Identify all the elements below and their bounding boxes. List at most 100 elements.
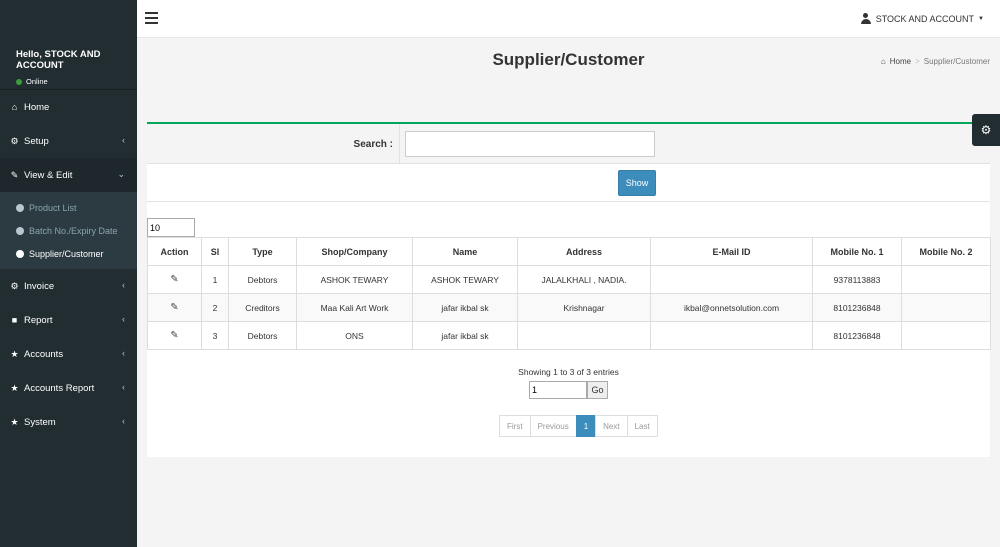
column-header[interactable]: Name	[412, 237, 518, 266]
column-header[interactable]: Address	[517, 237, 651, 266]
view-edit-submenu: Product List Batch No./Expiry Date Suppl…	[0, 192, 137, 269]
sidebar-item-view-edit[interactable]: ✎ View & Edit ⌄	[0, 158, 137, 192]
sidebar: Hello, STOCK AND ACCOUNT Online ⌂ Home ⚙…	[0, 0, 137, 547]
sidebar-item-accounts-report[interactable]: ★ Accounts Report ‹	[0, 371, 137, 405]
sidebar-item-label: Home	[24, 101, 50, 113]
pagination-next[interactable]: Next	[595, 415, 628, 437]
page-length-input[interactable]	[147, 218, 195, 237]
table-cell: jafar ikbal sk	[412, 321, 518, 350]
table-cell	[650, 321, 813, 350]
chevron-left-icon: ‹	[122, 135, 125, 145]
action-cell: ✎	[147, 321, 202, 350]
table-cell	[901, 265, 991, 294]
content-area: Supplier/Customer ⌂ Home > Supplier/Cust…	[137, 38, 1000, 547]
table-row: ✎ 2 Creditors Maa Kali Art Work jafar ik…	[147, 293, 991, 322]
sidebar-item-setup[interactable]: ⚙ Setup ‹	[0, 124, 137, 158]
table-cell: Krishnagar	[517, 293, 651, 322]
breadcrumb: ⌂ Home > Supplier/Customer	[881, 57, 990, 66]
settings-gear-icon[interactable]: ⚙	[972, 114, 1000, 146]
sidebar-item-report[interactable]: ■ Report ‹	[0, 303, 137, 337]
pagination-last[interactable]: Last	[626, 415, 658, 437]
column-header[interactable]: Action	[147, 237, 202, 266]
submenu-item-label: Product List	[29, 202, 77, 213]
breadcrumb-current: Supplier/Customer	[923, 57, 990, 66]
table-info-text: Showing 1 to 3 of 3 entries	[518, 367, 619, 377]
cog-icon: ⚙	[10, 280, 19, 291]
table-cell	[901, 293, 991, 322]
table-cell: Debtors	[228, 265, 297, 294]
sidebar-item-label: System	[24, 416, 56, 428]
goto-page-input[interactable]	[529, 381, 587, 399]
edit-icon[interactable]: ✎	[170, 274, 178, 285]
submenu-item-supplier-customer[interactable]: Supplier/Customer	[0, 242, 137, 265]
column-header[interactable]: Sl	[201, 237, 229, 266]
table-cell	[901, 321, 991, 350]
circle-icon	[16, 249, 24, 258]
column-header[interactable]: Mobile No. 1	[812, 237, 902, 266]
circle-icon	[16, 203, 24, 212]
sidebar-item-label: View & Edit	[24, 169, 73, 181]
account-dropdown[interactable]: STOCK AND ACCOUNT ▼	[860, 13, 984, 24]
edit-icon[interactable]: ✎	[170, 330, 178, 341]
table-cell: ONS	[296, 321, 413, 350]
sidebar-item-home[interactable]: ⌂ Home	[0, 90, 137, 124]
sidebar-item-accounts[interactable]: ★ Accounts ‹	[0, 337, 137, 371]
cogs-icon: ⚙	[10, 135, 19, 146]
pagination-previous[interactable]: Previous	[529, 415, 577, 437]
breadcrumb-home-link[interactable]: Home	[890, 57, 911, 66]
column-header[interactable]: Type	[228, 237, 297, 266]
sidebar-item-label: Accounts Report	[24, 382, 95, 394]
hamburger-menu-icon[interactable]	[145, 12, 158, 27]
star-icon: ★	[10, 348, 19, 359]
home-icon: ⌂	[880, 57, 886, 66]
user-status: Online	[16, 77, 137, 86]
circle-icon	[16, 226, 24, 235]
table-cell: ikbal@onnetsolution.com	[650, 293, 813, 322]
submenu-item-product-list[interactable]: Product List	[0, 196, 137, 219]
caret-down-icon: ▼	[978, 15, 984, 22]
sidebar-item-label: Report	[24, 314, 53, 326]
top-navbar: STOCK AND ACCOUNT ▼	[137, 0, 1000, 38]
table-cell: ASHOK TEWARY	[412, 265, 518, 294]
sidebar-item-system[interactable]: ★ System ‹	[0, 405, 137, 439]
supplier-customer-table: Action Sl Type Shop/Company Name Address…	[147, 237, 991, 350]
show-button[interactable]: Show	[618, 170, 656, 196]
goto-page-group: Go	[529, 381, 608, 399]
chevron-left-icon: ‹	[122, 314, 125, 324]
edit-icon: ✎	[10, 169, 19, 180]
sidebar-item-label: Accounts	[24, 348, 64, 360]
show-row: Show	[147, 164, 990, 202]
home-icon: ⌂	[11, 102, 18, 112]
table-cell: 9378113883	[812, 265, 902, 294]
action-cell: ✎	[147, 293, 202, 322]
table-cell: 2	[201, 293, 229, 322]
column-header[interactable]: E-Mail ID	[650, 237, 813, 266]
table-cell: 8101236848	[812, 321, 902, 350]
chevron-down-icon: ⌄	[117, 169, 125, 179]
search-label: Search :	[147, 124, 400, 164]
column-header[interactable]: Shop/Company	[296, 237, 413, 266]
table-cell	[517, 321, 651, 350]
submenu-item-batch-expiry[interactable]: Batch No./Expiry Date	[0, 219, 137, 242]
table-row: ✎ 3 Debtors ONS jafar ikbal sk 810123684…	[147, 321, 991, 350]
pagination-page-1[interactable]: 1	[575, 415, 597, 437]
chevron-left-icon: ‹	[122, 416, 125, 426]
account-label: STOCK AND ACCOUNT	[875, 13, 975, 24]
chevron-left-icon: ‹	[122, 280, 125, 290]
user-status-label: Online	[26, 77, 48, 86]
table-cell: Creditors	[228, 293, 297, 322]
edit-icon[interactable]: ✎	[170, 302, 178, 313]
search-row: Search :	[147, 124, 990, 164]
online-status-icon	[16, 78, 22, 85]
action-cell: ✎	[147, 265, 202, 294]
table-row: ✎ 1 Debtors ASHOK TEWARY ASHOK TEWARY JA…	[147, 265, 991, 294]
pagination-first[interactable]: First	[499, 415, 531, 437]
table-cell: 3	[201, 321, 229, 350]
table-cell: 8101236848	[812, 293, 902, 322]
go-button[interactable]: Go	[587, 381, 608, 399]
sidebar-item-label: Setup	[24, 135, 49, 147]
search-input[interactable]	[405, 131, 655, 157]
chevron-left-icon: ‹	[122, 382, 125, 392]
sidebar-item-invoice[interactable]: ⚙ Invoice ‹	[0, 269, 137, 303]
column-header[interactable]: Mobile No. 2	[901, 237, 991, 266]
